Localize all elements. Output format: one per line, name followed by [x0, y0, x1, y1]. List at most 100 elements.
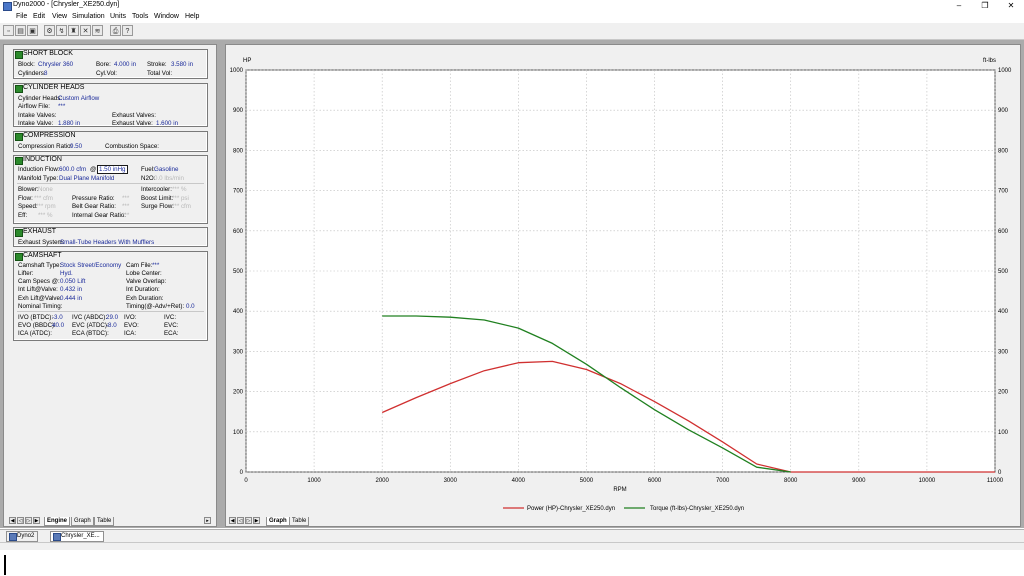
help-icon[interactable]: ?	[122, 25, 133, 36]
print-icon[interactable]: ⎙	[110, 25, 121, 36]
x-tick-label: 9000	[852, 478, 866, 484]
legend: Power (HP)-Chrysler_XE250.dyn Torque (ft…	[503, 506, 744, 512]
exhaust-system-label: Exhaust System:	[18, 239, 65, 246]
induction-flow-value[interactable]: 600.0 cfm	[59, 166, 86, 173]
engine-icon[interactable]: ⚙	[44, 25, 55, 36]
exhaust-valve-label: Exhaust Valve:	[112, 120, 153, 127]
minimize-button[interactable]: –	[950, 0, 968, 11]
piston-icon[interactable]: ♜	[68, 25, 79, 36]
evc-atdc-value[interactable]: -8.0	[106, 322, 117, 329]
tab-next-button[interactable]: ▷	[25, 517, 32, 524]
camshaft-divider	[17, 311, 204, 312]
window-icon	[53, 533, 61, 541]
tab-last-button[interactable]: ▶	[33, 517, 40, 524]
evo-bbdc-value[interactable]: 40.0	[52, 322, 64, 329]
induction-section: INDUCTION Induction Flow: 600.0 cfm @ 1.…	[13, 155, 208, 224]
intake-valve-value[interactable]: 1.880 in	[58, 120, 80, 127]
compression-checkbox[interactable]	[15, 133, 23, 141]
short-block-checkbox[interactable]	[15, 51, 23, 59]
cylinder-heads-checkbox[interactable]	[15, 85, 23, 93]
tab-table[interactable]: Table	[289, 517, 310, 526]
int-lift-value[interactable]: 0.432 in	[60, 286, 82, 293]
exhaust-header: EXHAUST	[23, 228, 57, 235]
induction-checkbox[interactable]	[15, 157, 23, 165]
ivc-abdc-value[interactable]: 29.0	[106, 314, 118, 321]
task-chrysler-label: Chrysler_XE...	[61, 533, 100, 539]
y-left-tick-label: 800	[233, 148, 244, 154]
stroke-label: Stroke:	[147, 61, 167, 68]
lobe-center-label: Lobe Center:	[126, 270, 162, 277]
close-button[interactable]: ✕	[1002, 0, 1020, 11]
cylinders-value[interactable]: 8	[44, 70, 47, 77]
open-icon[interactable]: ▤	[15, 25, 26, 36]
flow-pressure-input[interactable]: 1.50 inHg	[97, 165, 128, 174]
compare-icon[interactable]: ✕	[80, 25, 91, 36]
fuel-value[interactable]: Gasoline	[154, 166, 178, 173]
legend-power: Power (HP)-Chrysler_XE250.dyn	[527, 506, 615, 512]
x-tick-label: 0	[244, 478, 248, 484]
short-block-header: SHORT BLOCK	[23, 50, 73, 57]
tab-prev-button[interactable]: ◁	[17, 517, 24, 524]
y-right-tick-label: 0	[998, 470, 1002, 476]
timing-adv-value[interactable]: 0.0	[186, 303, 195, 310]
new-icon[interactable]: ▫	[3, 25, 14, 36]
tab-engine[interactable]: Engine	[44, 517, 71, 526]
eca-btdc-label: ECA (BTDC):	[72, 330, 109, 337]
scroll-right-button[interactable]: ▸	[204, 517, 211, 524]
graph-tab-first-button[interactable]: ◀	[229, 517, 236, 524]
menu-file[interactable]: File	[16, 13, 27, 20]
exhaust-valve-value[interactable]: 1.600 in	[156, 120, 178, 127]
cam-file-value[interactable]: ***	[152, 262, 159, 269]
exhaust-system-value[interactable]: Small-Tube Headers With Mufflers	[60, 239, 154, 246]
exhaust-valves-label: Exhaust Valves:	[112, 112, 156, 119]
lifter-value[interactable]: Hyd.	[60, 270, 73, 277]
efficiency-label: Eff:	[18, 212, 28, 219]
graph-tab-next-button[interactable]: ▷	[245, 517, 252, 524]
y-left-tick-label: 0	[240, 470, 244, 476]
engine-spec-panel: SHORT BLOCK Block: Chrysler 360 Bore: 4.…	[3, 44, 217, 527]
camshaft-type-value[interactable]: Stock Street/Economy	[60, 262, 121, 269]
save-icon[interactable]: ▣	[27, 25, 38, 36]
menu-simulation[interactable]: Simulation	[72, 13, 105, 20]
menu-help[interactable]: Help	[185, 13, 199, 20]
eca-label: ECA:	[164, 330, 179, 337]
y-left-tick-label: 600	[233, 229, 244, 235]
y-right-tick-label: 100	[998, 430, 1009, 436]
task-chrysler[interactable]: Chrysler_XE...	[50, 531, 104, 542]
exhaust-checkbox[interactable]	[15, 229, 23, 237]
y-left-tick-label: 100	[233, 430, 244, 436]
heads-value[interactable]: Custom Airflow	[58, 95, 99, 102]
graph-tab-prev-button[interactable]: ◁	[237, 517, 244, 524]
compression-ratio-value[interactable]: 9.50	[70, 143, 82, 150]
n2o-value[interactable]: 0.0 lbs/min	[154, 175, 184, 182]
camshaft-checkbox[interactable]	[15, 253, 23, 261]
y-right-tick-label: 800	[998, 148, 1009, 154]
airflow-file-value[interactable]: ***	[58, 103, 65, 110]
graph-tab-last-button[interactable]: ▶	[253, 517, 260, 524]
tab-table-left[interactable]: Table	[94, 517, 115, 526]
exh-lift-value[interactable]: 0.444 in	[60, 295, 82, 302]
bore-value[interactable]: 4.000 in	[114, 61, 136, 68]
menu-tools[interactable]: Tools	[132, 13, 148, 20]
task-dyno2[interactable]: Dyno2	[6, 531, 39, 542]
tab-first-button[interactable]: ◀	[9, 517, 16, 524]
stroke-value[interactable]: 3.580 in	[171, 61, 193, 68]
maximize-button[interactable]: ❐	[976, 0, 994, 11]
graph-icon[interactable]: ≋	[92, 25, 103, 36]
blower-value[interactable]: None	[38, 186, 53, 193]
block-value[interactable]: Chrysler 360	[38, 61, 73, 68]
menu-units[interactable]: Units	[110, 13, 126, 20]
menu-edit[interactable]: Edit	[33, 13, 45, 20]
run-icon[interactable]: ↯	[56, 25, 67, 36]
menu-view[interactable]: View	[52, 13, 67, 20]
menu-window[interactable]: Window	[154, 13, 179, 20]
ivo-btdc-value[interactable]: -3.0	[52, 314, 63, 321]
y-right-tick-label: 300	[998, 349, 1009, 355]
cylinder-heads-header: CYLINDER HEADS	[23, 84, 85, 91]
y-left-label: HP	[243, 58, 251, 64]
cam-specs-value[interactable]: 0.050 Lift	[60, 278, 85, 285]
tab-graph[interactable]: Graph	[266, 517, 290, 526]
manifold-type-value[interactable]: Dual Plane Manifold	[59, 175, 114, 182]
tab-graph-left[interactable]: Graph	[71, 517, 94, 526]
y-left-tick-label: 500	[233, 269, 244, 275]
